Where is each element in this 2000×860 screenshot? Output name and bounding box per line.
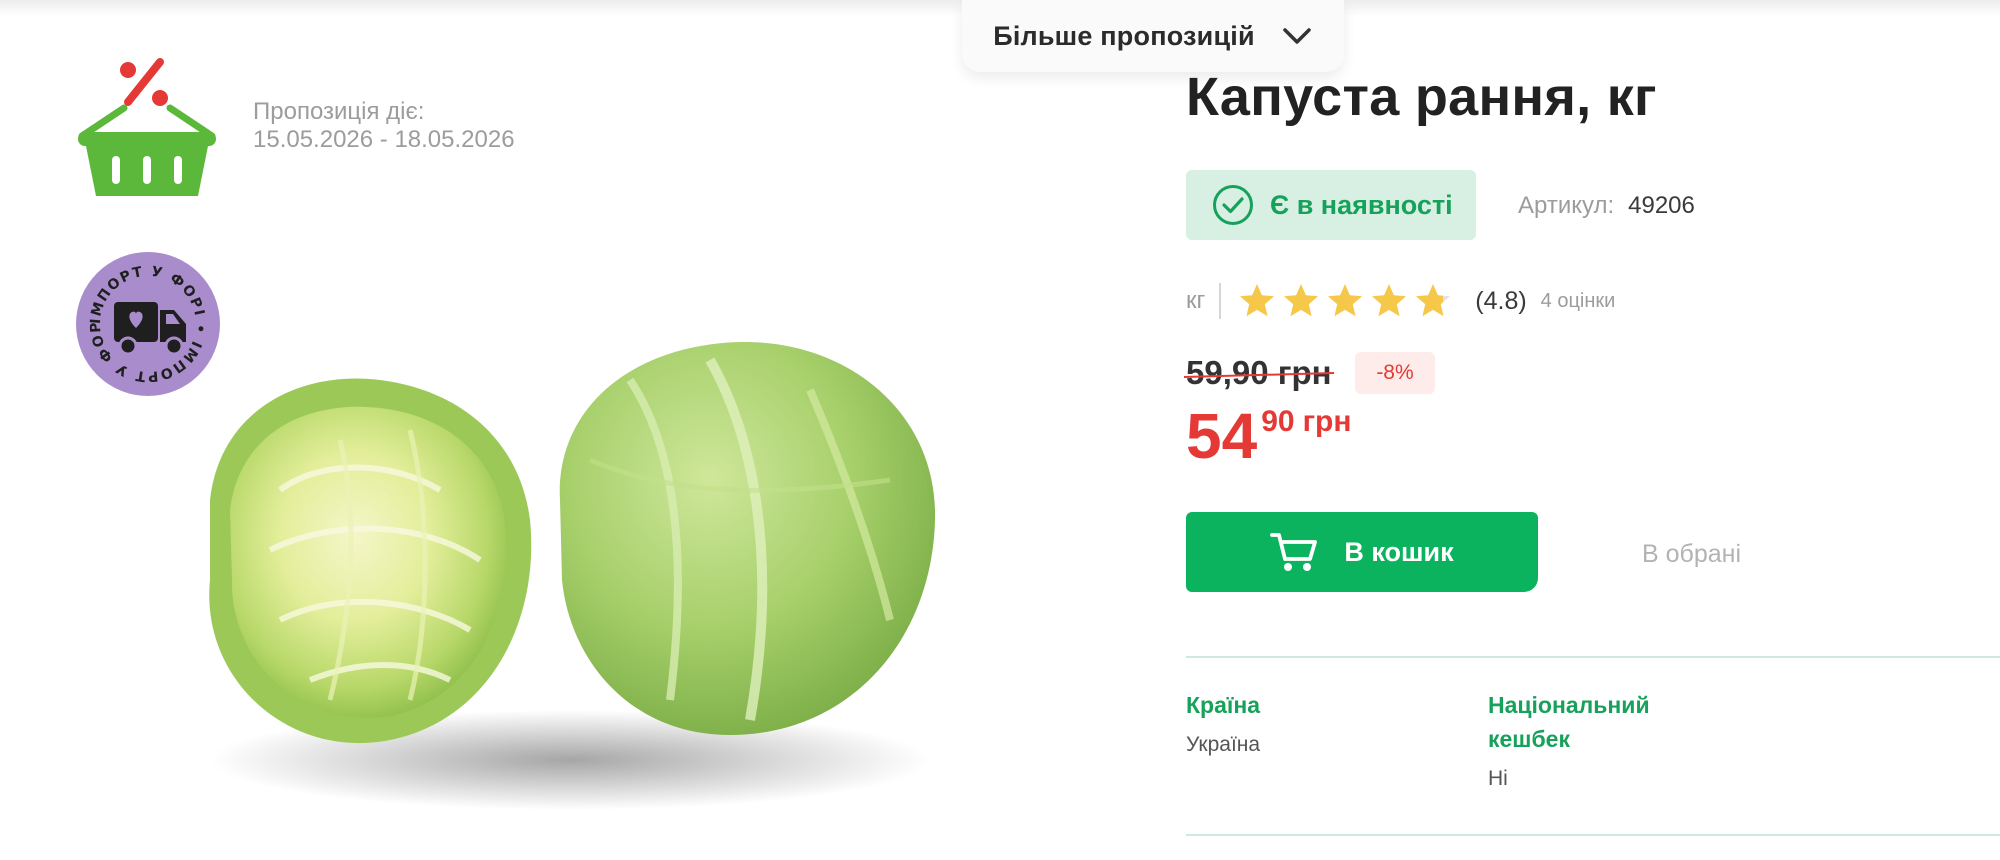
attr-country-label: Країна [1186, 692, 1261, 718]
sku-value: 49206 [1628, 192, 1695, 219]
chevron-down-icon [1283, 28, 1311, 44]
rating-count[interactable]: 4 оцінки [1541, 290, 1616, 313]
star-icon [1240, 284, 1275, 317]
discount-badge: -8% [1355, 352, 1435, 394]
star-icon [1328, 284, 1363, 317]
product-title: Капуста рання, кг [1186, 67, 1657, 127]
offer-period: Пропозиція діє: 15.05.2026 - 18.05.2026 [253, 98, 515, 154]
discount-basket-icon [78, 58, 216, 196]
stock-status-badge: Є в наявності [1186, 170, 1476, 240]
old-price: 59,90 грн [1183, 354, 1334, 392]
rating-row: кг (4.8) 4 оцінки [1186, 280, 1615, 322]
star-icon [1372, 284, 1407, 317]
more-offers-button[interactable]: Більше пропозицій [962, 0, 1344, 72]
price-decimal: 90 [1261, 405, 1295, 438]
sku: Артикул: 49206 [1518, 192, 1695, 220]
add-to-cart-button[interactable]: В кошик [1186, 512, 1538, 592]
attr-country-value: Україна [1186, 733, 1261, 756]
divider [1186, 834, 2000, 836]
price-currency: грн [1302, 405, 1352, 438]
stock-status-label: Є в наявності [1270, 189, 1453, 220]
price-integer: 54 [1186, 400, 1258, 472]
attr-cashback-label: Національний кешбек [1488, 692, 1650, 752]
sku-label: Артикул: [1518, 192, 1615, 219]
divider [1219, 283, 1222, 319]
cart-icon [1270, 533, 1318, 571]
rating-value: (4.8) [1475, 286, 1527, 315]
more-offers-label: Більше пропозицій [993, 20, 1255, 51]
unit-label: кг [1186, 287, 1206, 314]
current-price: 54 90 грн [1186, 404, 1352, 468]
check-circle-icon [1213, 185, 1253, 225]
add-to-favorites-link[interactable]: В обрані [1642, 540, 1741, 569]
divider [1186, 656, 2000, 658]
product-image-cabbage [209, 341, 936, 810]
star-icon [1284, 284, 1319, 317]
attr-cashback-value: Ні [1488, 767, 1508, 790]
rating-stars[interactable] [1237, 281, 1453, 321]
offer-period-label: Пропозиція діє: [253, 98, 425, 125]
offer-period-dates: 15.05.2026 - 18.05.2026 [253, 126, 515, 153]
add-to-cart-label: В кошик [1344, 536, 1454, 567]
star-icon [1416, 284, 1451, 317]
